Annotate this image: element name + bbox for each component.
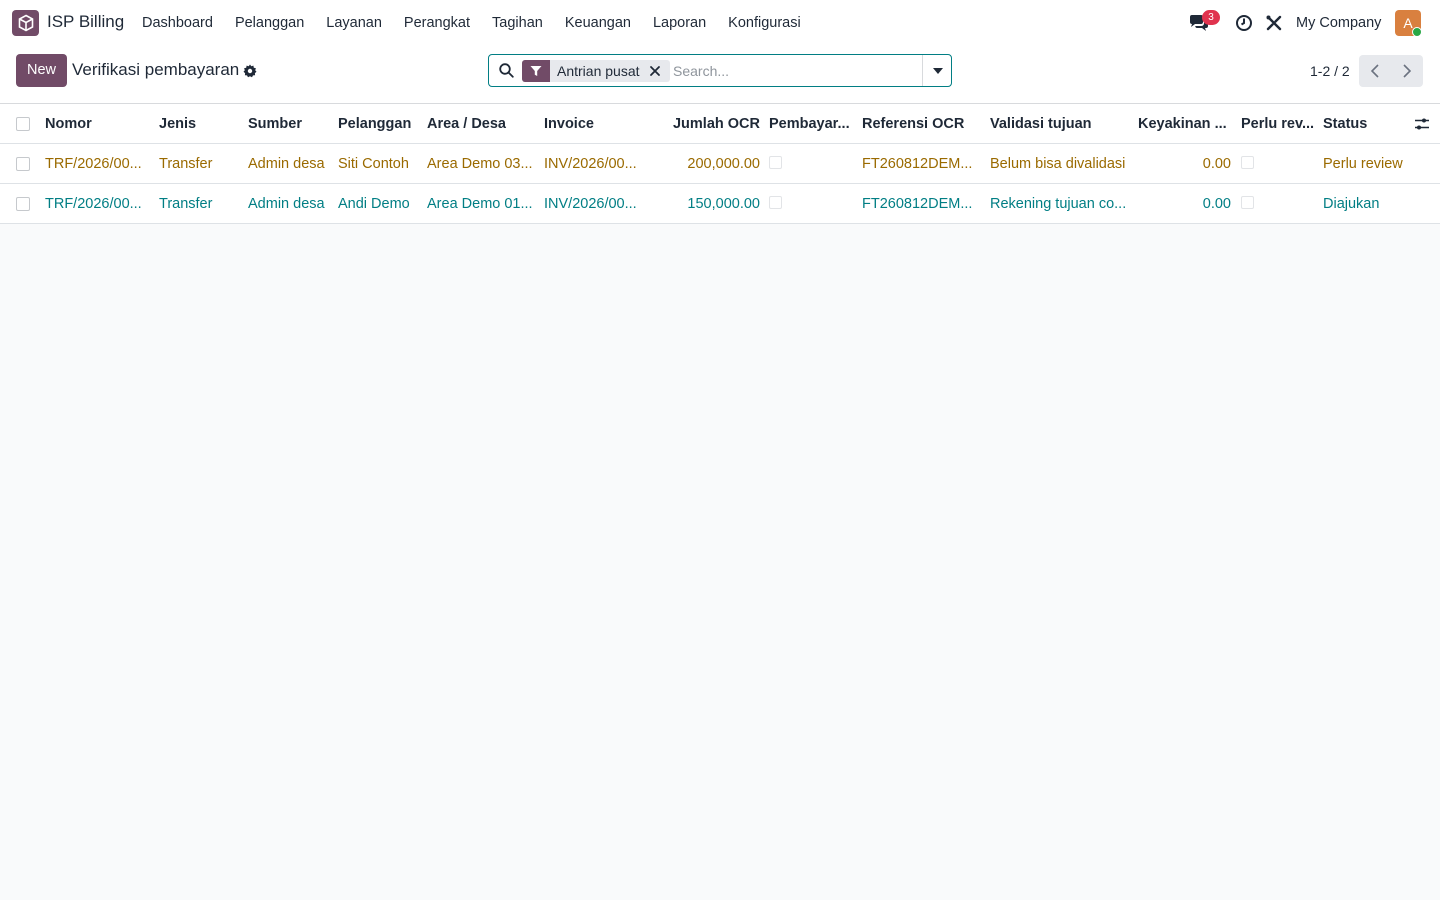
cell-pembayar-checkbox bbox=[769, 156, 782, 169]
row-select-checkbox[interactable] bbox=[16, 157, 30, 171]
column-header-sumber[interactable]: Sumber bbox=[248, 104, 332, 144]
cell-invoice[interactable]: INV/2026/00... bbox=[544, 144, 670, 184]
table-row[interactable]: TRF/2026/00... Transfer Admin desa Siti … bbox=[0, 144, 1440, 184]
chevron-right-icon bbox=[1403, 64, 1411, 78]
top-navbar: ISP Billing Dashboard Pelanggan Layanan … bbox=[0, 0, 1440, 46]
column-header-jenis[interactable]: Jenis bbox=[159, 104, 243, 144]
optional-columns-icon[interactable] bbox=[1414, 117, 1430, 131]
menu-item-tagihan[interactable]: Tagihan bbox=[481, 15, 554, 31]
cell-sumber[interactable]: Admin desa bbox=[248, 144, 332, 184]
cell-nomor[interactable]: TRF/2026/00... bbox=[45, 144, 153, 184]
cell-pelanggan[interactable]: Siti Contoh bbox=[338, 144, 422, 184]
cell-jumlah-ocr[interactable]: 200,000.00 bbox=[672, 144, 760, 184]
main-menu: Dashboard Pelanggan Layanan Perangkat Ta… bbox=[131, 0, 812, 46]
menu-item-konfigurasi[interactable]: Konfigurasi bbox=[717, 15, 812, 31]
gear-icon[interactable] bbox=[243, 64, 257, 78]
column-header-status[interactable]: Status bbox=[1323, 104, 1403, 144]
cell-invoice[interactable]: INV/2026/00... bbox=[544, 184, 670, 224]
search-options-toggle[interactable] bbox=[922, 55, 952, 86]
cell-status[interactable]: Diajukan bbox=[1323, 184, 1423, 224]
cell-keyakinan[interactable]: 0.00 bbox=[1138, 184, 1231, 224]
cell-area[interactable]: Area Demo 03... bbox=[427, 144, 537, 184]
cell-validasi-tujuan[interactable]: Belum bisa divalidasi bbox=[990, 144, 1132, 184]
column-header-pembayar[interactable]: Pembayar... bbox=[769, 104, 855, 144]
column-header-area[interactable]: Area / Desa bbox=[427, 104, 537, 144]
cell-pelanggan[interactable]: Andi Demo bbox=[338, 184, 422, 224]
cell-nomor[interactable]: TRF/2026/00... bbox=[45, 184, 153, 224]
cell-referensi-ocr[interactable]: FT260812DEM... bbox=[862, 144, 982, 184]
cell-area[interactable]: Area Demo 01... bbox=[427, 184, 537, 224]
cell-jenis[interactable]: Transfer bbox=[159, 144, 243, 184]
filter-facet: Antrian pusat bbox=[522, 60, 670, 82]
cell-keyakinan[interactable]: 0.00 bbox=[1138, 144, 1231, 184]
menu-item-keuangan[interactable]: Keuangan bbox=[554, 15, 642, 31]
company-switcher[interactable]: My Company bbox=[1296, 15, 1381, 31]
cell-perlu-review-checkbox bbox=[1241, 196, 1254, 209]
search-input[interactable] bbox=[673, 59, 921, 83]
column-header-validasi-tujuan[interactable]: Validasi tujuan bbox=[990, 104, 1132, 144]
search-icon[interactable] bbox=[499, 63, 514, 78]
chevron-left-icon bbox=[1371, 64, 1379, 78]
list-table: Nomor Jenis Sumber Pelanggan Area / Desa… bbox=[0, 104, 1440, 224]
cell-jenis[interactable]: Transfer bbox=[159, 184, 243, 224]
caret-down-icon bbox=[932, 67, 943, 74]
pager-previous-button[interactable] bbox=[1359, 55, 1391, 87]
menu-item-laporan[interactable]: Laporan bbox=[642, 15, 717, 31]
cell-referensi-ocr[interactable]: FT260812DEM... bbox=[862, 184, 982, 224]
new-button[interactable]: New bbox=[16, 54, 67, 87]
online-status-dot bbox=[1412, 27, 1422, 37]
cell-pembayar-checkbox bbox=[769, 196, 782, 209]
column-header-jumlah-ocr[interactable]: Jumlah OCR bbox=[672, 104, 760, 144]
menu-item-dashboard[interactable]: Dashboard bbox=[131, 15, 224, 31]
column-header-referensi-ocr[interactable]: Referensi OCR bbox=[862, 104, 982, 144]
filter-icon bbox=[522, 60, 550, 82]
cell-perlu-review-checkbox bbox=[1241, 156, 1254, 169]
filter-facet-label: Antrian pusat bbox=[557, 63, 640, 79]
cell-status[interactable]: Perlu review bbox=[1323, 144, 1423, 184]
cell-jumlah-ocr[interactable]: 150,000.00 bbox=[672, 184, 760, 224]
column-header-invoice[interactable]: Invoice bbox=[544, 104, 670, 144]
app-name[interactable]: ISP Billing bbox=[47, 12, 124, 32]
select-all-checkbox[interactable] bbox=[16, 117, 30, 131]
control-panel: New Verifikasi pembayaran Antrian pusat … bbox=[0, 46, 1440, 104]
pager-value[interactable]: 1-2 / 2 bbox=[1310, 63, 1350, 79]
cell-sumber[interactable]: Admin desa bbox=[248, 184, 332, 224]
column-header-keyakinan[interactable]: Keyakinan ... bbox=[1138, 104, 1234, 144]
column-header-perlu-review[interactable]: Perlu rev... bbox=[1241, 104, 1317, 144]
search-bar: Antrian pusat bbox=[488, 54, 952, 87]
messages-count-badge: 3 bbox=[1202, 10, 1220, 25]
pager-next-button[interactable] bbox=[1391, 55, 1423, 87]
column-header-nomor[interactable]: Nomor bbox=[45, 104, 153, 144]
app-logo-icon[interactable] bbox=[12, 10, 39, 36]
page-title: Verifikasi pembayaran bbox=[72, 60, 240, 79]
remove-facet-icon[interactable] bbox=[648, 64, 662, 78]
activity-clock-icon[interactable] bbox=[1235, 14, 1253, 32]
table-header-row: Nomor Jenis Sumber Pelanggan Area / Desa… bbox=[0, 104, 1440, 144]
debug-tools-icon[interactable] bbox=[1265, 14, 1283, 32]
menu-item-pelanggan[interactable]: Pelanggan bbox=[224, 15, 315, 31]
cell-validasi-tujuan[interactable]: Rekening tujuan co... bbox=[990, 184, 1132, 224]
menu-item-perangkat[interactable]: Perangkat bbox=[393, 15, 481, 31]
column-header-pelanggan[interactable]: Pelanggan bbox=[338, 104, 422, 144]
table-row[interactable]: TRF/2026/00... Transfer Admin desa Andi … bbox=[0, 184, 1440, 224]
row-select-checkbox[interactable] bbox=[16, 197, 30, 211]
menu-item-layanan[interactable]: Layanan bbox=[315, 15, 393, 31]
